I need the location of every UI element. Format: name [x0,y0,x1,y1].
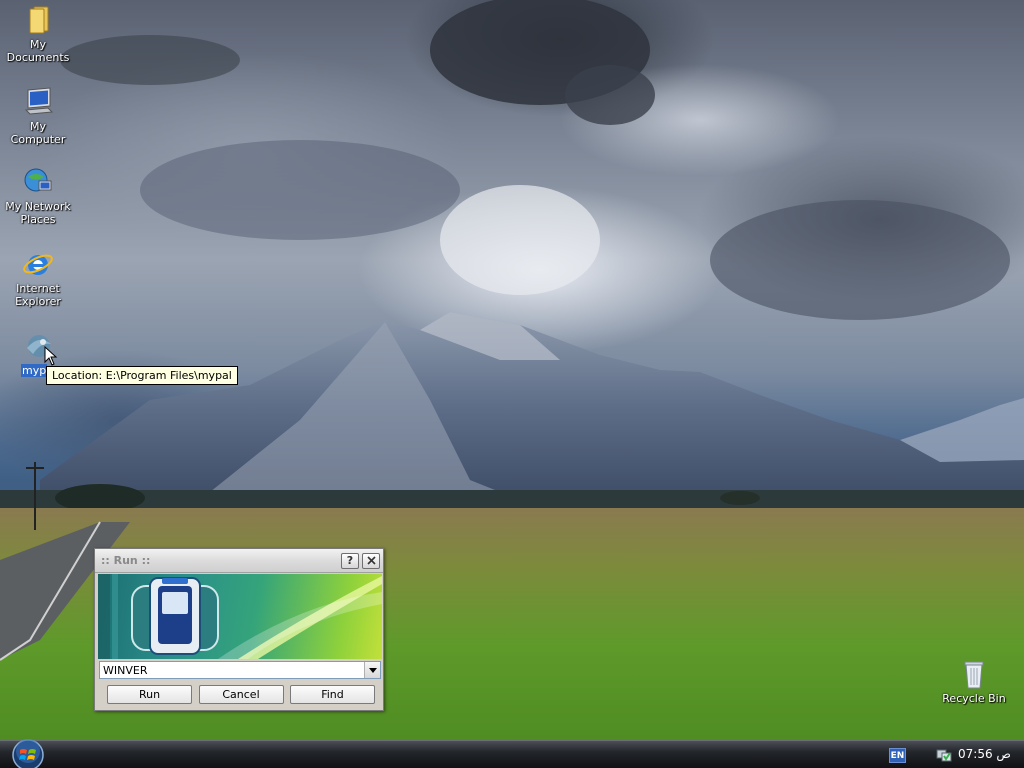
combobox-dropdown-button[interactable] [364,662,380,678]
tooltip: Location: E:\Program Files\mypal [46,366,238,385]
desktop-icon-label-line2: Explorer [15,295,61,308]
desktop-icon-recycle-bin[interactable]: Recycle Bin [936,658,1012,705]
run-button[interactable]: Run [107,685,192,704]
command-combobox[interactable]: WINVER [99,661,381,679]
folder-icon [29,6,49,34]
taskbar: EN 07:56 ص [0,738,1024,768]
network-icon [24,168,52,192]
start-button[interactable] [10,738,46,768]
desktop-icon-my-computer[interactable]: My Computer [0,86,76,146]
run-dialog-title: :: Run :: [101,554,151,567]
network-tray-icon[interactable] [936,747,952,763]
ie-icon [23,254,53,275]
clock[interactable]: 07:56 ص [958,747,1011,761]
run-dialog-buttons: Run Cancel Find [107,685,375,704]
desktop-icon-label: Recycle Bin [942,692,1006,705]
desktop-icon-my-network-places[interactable]: My Network Places [0,166,76,226]
find-button[interactable]: Find [290,685,375,704]
help-button[interactable]: ? [341,552,359,569]
recycle-bin-icon [964,661,984,689]
close-button[interactable] [362,552,380,569]
desktop-icon-label: My Computer [10,120,66,146]
language-indicator[interactable]: EN [889,748,906,763]
computer-icon [24,87,54,115]
desktop-icon-label: My Documents [6,38,70,64]
run-dialog-banner [98,574,382,659]
desktop-icon-label-line1: Internet [16,282,60,295]
desktop-icon-label-line2: Places [20,213,56,226]
cancel-button[interactable]: Cancel [198,685,284,704]
mouse-pointer-icon [44,346,58,366]
run-dialog: :: Run :: ? WINVER Run Cancel Find [94,548,384,711]
desktop-icon-label-line1: My Network [5,200,71,213]
command-input[interactable]: WINVER [100,664,364,677]
desktop-icon-internet-explorer[interactable]: Internet Explorer [0,248,76,308]
run-dialog-titlebar[interactable]: :: Run :: ? [95,549,383,573]
close-icon [366,556,376,565]
chevron-down-icon [368,667,377,673]
run-banner-art [98,574,382,659]
desktop-icon-my-documents[interactable]: My Documents [0,4,76,64]
